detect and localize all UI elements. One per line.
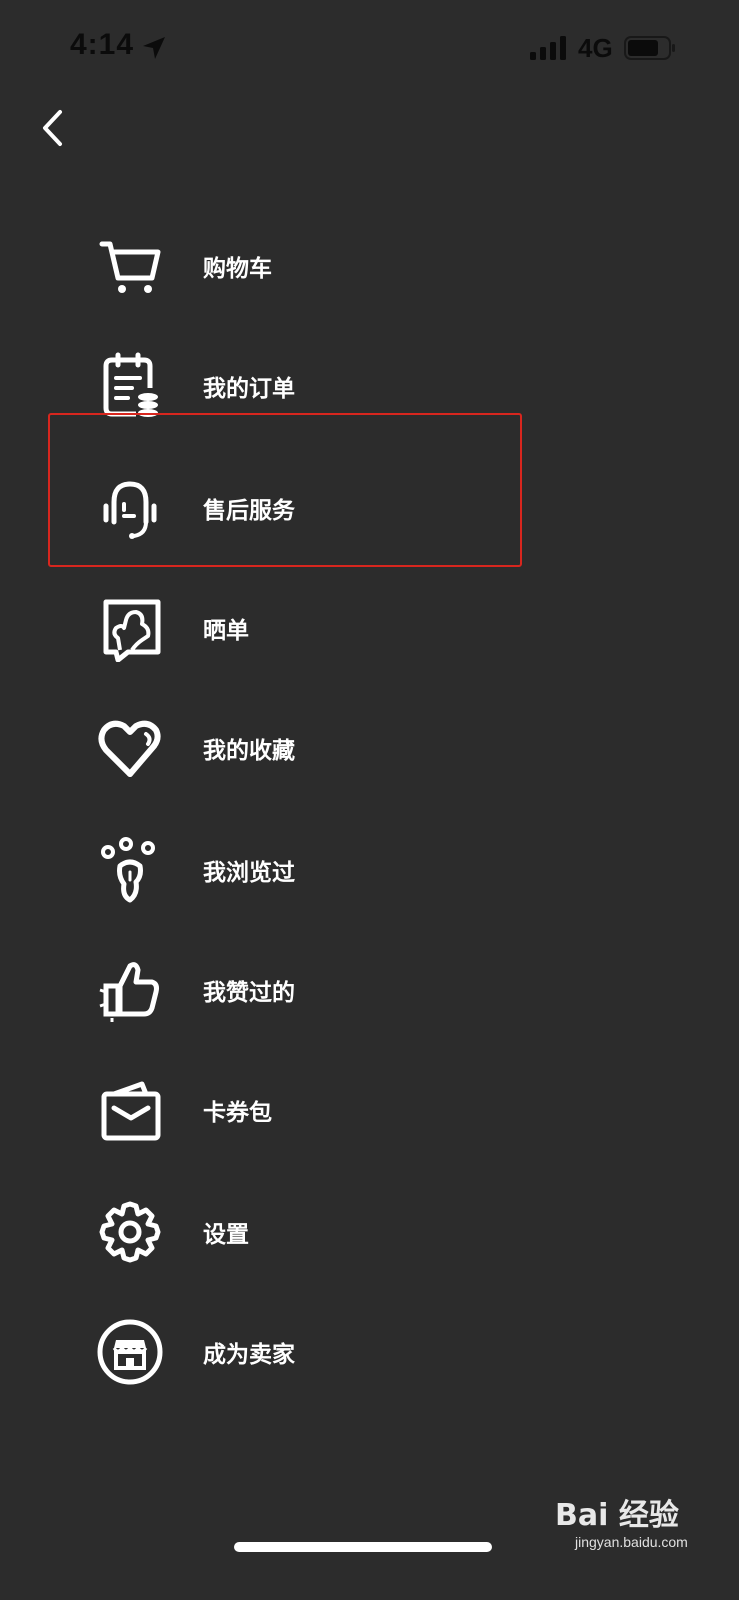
menu-item-liked[interactable]: 我赞过的 xyxy=(90,940,520,1040)
menu-item-settings[interactable]: 设置 xyxy=(90,1182,520,1282)
watermark-url: jingyan.baidu.com xyxy=(575,1534,688,1550)
coupon-wallet-icon xyxy=(101,1081,161,1141)
menu-item-label: 我的订单 xyxy=(203,376,295,402)
heart-icon xyxy=(98,720,161,777)
menu-item-share-photos[interactable]: 晒单 xyxy=(90,578,520,678)
location-arrow-icon xyxy=(143,37,165,59)
menu-item-label: 购物车 xyxy=(203,256,272,282)
highlight-box xyxy=(48,413,522,567)
menu-item-favorites[interactable]: 我的收藏 xyxy=(90,698,520,798)
battery-icon xyxy=(624,36,675,60)
menu-item-label: 晒单 xyxy=(203,618,249,644)
status-time: 4:14 xyxy=(70,28,135,61)
storefront-icon xyxy=(97,1319,163,1385)
network-type-label: 4G xyxy=(578,33,613,63)
menu-item-label: 成为卖家 xyxy=(203,1342,295,1368)
watermark-brand: Bai 经验 xyxy=(555,1498,679,1533)
baidu-jingyan-watermark: Bai 经验 jingyan.baidu.com xyxy=(555,1490,725,1570)
menu-item-label: 我浏览过 xyxy=(203,860,295,886)
menu-item-label: 设置 xyxy=(203,1222,249,1248)
chevron-left-icon xyxy=(43,110,62,146)
photo-share-icon xyxy=(103,599,161,662)
gear-icon xyxy=(99,1201,161,1263)
menu-item-become-seller[interactable]: 成为卖家 xyxy=(90,1302,520,1402)
menu-item-label: 我赞过的 xyxy=(203,980,295,1006)
footprint-icon xyxy=(101,837,155,903)
signal-bars-icon xyxy=(530,36,566,60)
status-bar: 4:14 4G xyxy=(0,0,739,100)
menu-item-browsing-history[interactable]: 我浏览过 xyxy=(90,820,520,920)
order-list-icon xyxy=(103,352,158,417)
back-button[interactable] xyxy=(30,100,80,156)
menu-item-label: 我的收藏 xyxy=(203,738,295,764)
thumbs-up-icon xyxy=(99,962,159,1022)
shopping-cart-icon xyxy=(99,241,161,293)
menu-item-shopping-cart[interactable]: 购物车 xyxy=(90,216,520,316)
home-indicator[interactable] xyxy=(234,1542,492,1552)
menu-item-label: 卡券包 xyxy=(203,1100,272,1126)
menu-item-coupons[interactable]: 卡券包 xyxy=(90,1060,520,1160)
